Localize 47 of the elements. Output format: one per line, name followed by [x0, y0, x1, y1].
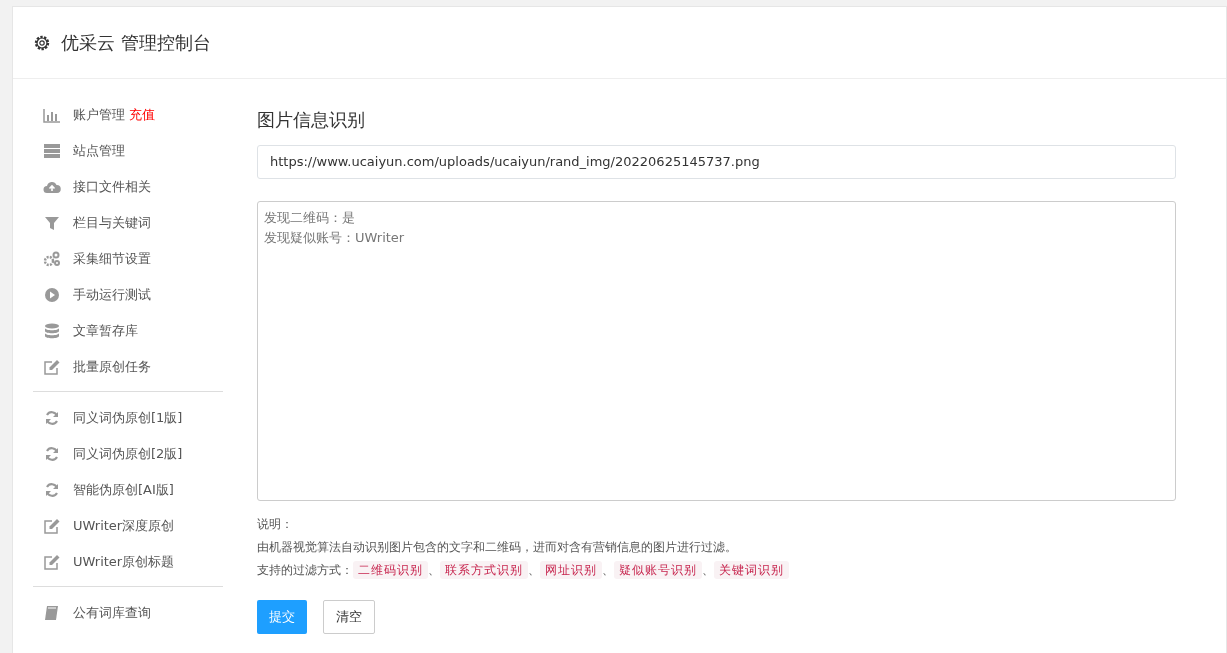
recharge-link[interactable]: 充值 — [129, 105, 155, 125]
section-title: 图片信息识别 — [257, 109, 366, 131]
sidebar-item[interactable]: 智能伪原创[AI版] — [33, 472, 223, 508]
filter-icon — [43, 215, 61, 231]
refresh-icon — [43, 482, 61, 498]
filter-tag: 疑似账号识别 — [614, 560, 702, 579]
sidebar-item[interactable]: 栏目与关键词 — [33, 205, 223, 241]
edit-icon — [43, 518, 61, 534]
book-icon — [43, 605, 61, 621]
sidebar-item[interactable]: UWriter深度原创 — [33, 508, 223, 544]
separator-text: 、 — [702, 562, 714, 577]
url-field[interactable]: https://www.ucaiyun.com/uploads/ucaiyun/rand_img/20220625145737.png — [257, 144, 1176, 179]
refresh-icon — [43, 410, 61, 426]
sidebar-item[interactable]: 账户管理 充值 — [33, 97, 223, 133]
database-icon — [43, 323, 61, 339]
edit-icon — [43, 359, 61, 375]
separator-text: 、 — [528, 562, 540, 577]
sidebar-item[interactable]: UWriter原创标题 — [33, 544, 223, 580]
filter-tag: 联系方式识别 — [440, 560, 528, 579]
upload-icon — [43, 179, 61, 195]
clear-button[interactable]: 清空 — [323, 599, 375, 634]
sidebar-item[interactable]: 公有词库查询 — [33, 595, 223, 631]
note-heading: 说明： — [257, 515, 294, 533]
play-icon — [43, 287, 61, 303]
sidebar-item[interactable]: 站点管理 — [33, 133, 223, 169]
server-icon — [43, 143, 61, 159]
separator-text: 、 — [428, 562, 440, 577]
sidebar-item[interactable]: 批量原创任务 — [33, 349, 223, 385]
separator-text: 、 — [602, 562, 614, 577]
refresh-icon — [43, 446, 61, 462]
sidebar-item[interactable]: 手动运行测试 — [33, 277, 223, 313]
edit-icon — [43, 554, 61, 570]
filter-tag: 关键词识别 — [714, 560, 789, 579]
chart-icon — [43, 107, 61, 123]
note-text: 由机器视觉算法自动识别图片包含的文字和二维码，进而对含有营销信息的图片进行过滤。 — [257, 538, 738, 556]
filter-tag: 二维码识别 — [353, 560, 428, 579]
console-title: 优采云 管理控制台 — [61, 31, 211, 55]
sidebar-item[interactable]: 接口文件相关 — [33, 169, 223, 205]
sidebar-item[interactable]: 同义词伪原创[1版] — [33, 400, 223, 436]
sidebar-item[interactable]: 同义词伪原创[2版] — [33, 436, 223, 472]
result-field[interactable]: 发现二维码：是 发现疑似账号：UWriter — [257, 200, 1176, 501]
sidebar-item[interactable]: 文章暂存库 — [33, 313, 223, 349]
settings-icon — [33, 33, 51, 52]
methods-label: 支持的过滤方式： — [257, 562, 353, 577]
gears-icon — [43, 251, 61, 267]
filter-tag: 网址识别 — [540, 560, 602, 579]
sidebar-item[interactable]: 采集细节设置 — [33, 241, 223, 277]
